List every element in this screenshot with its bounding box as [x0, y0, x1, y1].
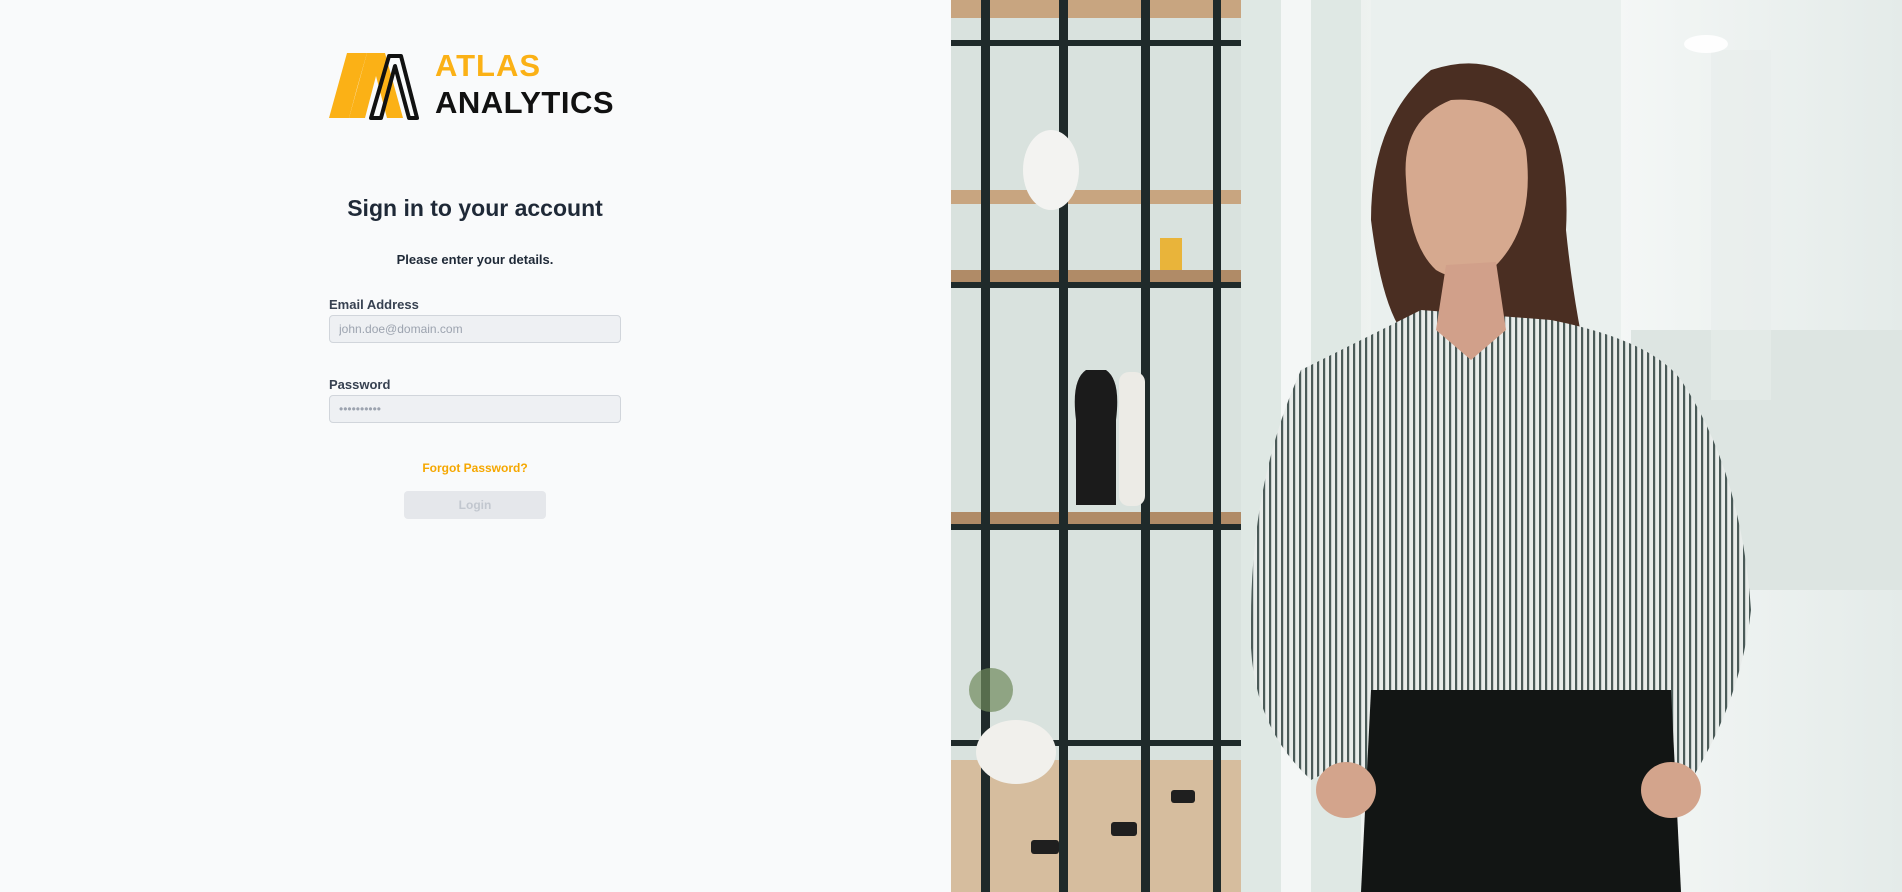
email-field[interactable]: [329, 315, 621, 343]
office-scene-illustration: [951, 0, 1902, 892]
password-label: Password: [329, 377, 391, 392]
logo-mark-icon: [329, 53, 419, 120]
page-title: Sign in to your account: [347, 195, 603, 221]
forgot-password-link[interactable]: Forgot Password?: [329, 461, 621, 475]
logo-text-atlas: ATLAS: [435, 48, 542, 83]
login-panel: ATLAS ANALYTICS Sign in to your account …: [0, 0, 951, 892]
atlas-analytics-logo: ATLAS ANALYTICS: [329, 50, 621, 122]
login-button[interactable]: Login: [404, 491, 546, 519]
email-label: Email Address: [329, 297, 419, 312]
password-field[interactable]: [329, 395, 621, 423]
page-subtitle: Please enter your details.: [396, 252, 554, 267]
logo-text-analytics: ANALYTICS: [435, 85, 615, 120]
hero-image: [951, 0, 1902, 892]
